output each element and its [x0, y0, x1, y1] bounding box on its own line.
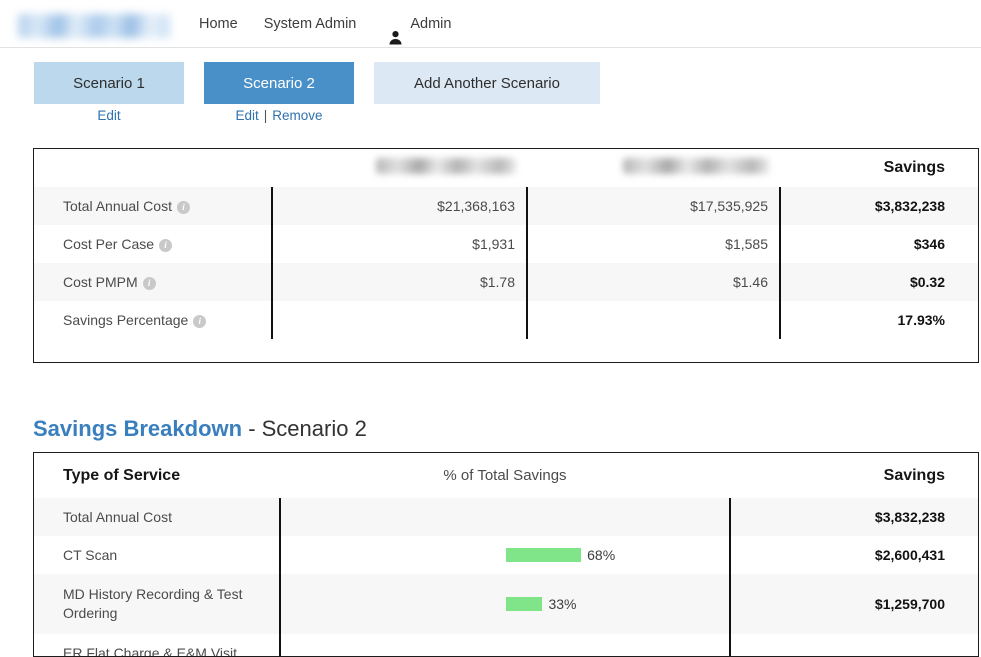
row-value-col2	[527, 301, 780, 339]
breakdown-header-savings: Savings	[730, 453, 978, 498]
savings-breakdown-heading: Savings Breakdown - Scenario 2	[33, 416, 367, 442]
row-label-cost-pmpm: Cost PMPM i	[34, 263, 272, 301]
tab-scenario-2[interactable]: Scenario 2	[204, 62, 354, 104]
person-icon	[388, 17, 403, 32]
table-row: Savings Percentage i 17.93%	[34, 301, 978, 339]
nav-item-admin-label: Admin	[410, 0, 451, 48]
savings-breakdown-subtitle: - Scenario 2	[242, 416, 367, 441]
table-row: ER Flat Charge & E&M Visit	[34, 634, 978, 657]
breakdown-savings-amount	[730, 634, 978, 657]
row-value-col1: $1,931	[272, 225, 527, 263]
table-row: Cost PMPM i $1.78 $1.46 $0.32	[34, 263, 978, 301]
breakdown-savings-amount: $2,600,431	[730, 536, 978, 574]
breakdown-bar	[506, 548, 581, 562]
row-label-text: Total Annual Cost	[63, 198, 172, 214]
breakdown-bar	[506, 597, 542, 611]
redacted-scenario-2-header	[623, 158, 769, 174]
breakdown-percent-cell: 68%	[280, 536, 730, 574]
scenario-2-action-separator: |	[264, 108, 268, 123]
row-label-text: Savings Percentage	[63, 312, 188, 328]
scenario-comparison-table: Savings Total Annual Cost i $21,368,163 $…	[33, 148, 979, 363]
scenario-tabs-row: Scenario 1 Scenario 2 Add Another Scenar…	[0, 62, 981, 104]
top-navigation-bar: Home System Admin Admin	[0, 0, 981, 48]
row-value-col2: $1,585	[527, 225, 780, 263]
breakdown-service-name: CT Scan	[34, 536, 280, 574]
scenario-2-edit-link[interactable]: Edit	[235, 108, 258, 123]
breakdown-bar-wrap: 33%	[281, 596, 729, 612]
breakdown-service-name: Total Annual Cost	[34, 498, 280, 536]
breakdown-savings-amount: $1,259,700	[730, 574, 978, 634]
row-label-text: Cost Per Case	[63, 236, 154, 252]
breakdown-service-name: ER Flat Charge & E&M Visit	[34, 634, 280, 657]
nav-item-system-admin[interactable]: System Admin	[251, 0, 370, 48]
row-label-cost-per-case: Cost Per Case i	[34, 225, 272, 263]
add-another-scenario-button[interactable]: Add Another Scenario	[374, 62, 600, 104]
row-value-col2: $17,535,925	[527, 187, 780, 225]
row-value-col1: $21,368,163	[272, 187, 527, 225]
row-label-total-annual-cost: Total Annual Cost i	[34, 187, 272, 225]
row-value-col1: $1.78	[272, 263, 527, 301]
table-row: MD History Recording & Test Ordering 33%…	[34, 574, 978, 634]
table-row: Total Annual Cost i $21,368,163 $17,535,9…	[34, 187, 978, 225]
breakdown-service-name: MD History Recording & Test Ordering	[34, 574, 280, 634]
breakdown-savings-amount: $3,832,238	[730, 498, 978, 536]
tab-scenario-1[interactable]: Scenario 1	[34, 62, 184, 104]
comparison-header-scenario-1	[272, 149, 527, 187]
breakdown-bar-label: 68%	[587, 547, 615, 563]
scenario-1-actions: Edit	[34, 104, 184, 126]
nav-item-admin[interactable]: Admin	[369, 0, 464, 48]
scenario-tab-bar: Scenario 1 Scenario 2 Add Another Scenar…	[0, 62, 981, 126]
breakdown-percent-cell	[280, 498, 730, 536]
info-icon[interactable]: i	[143, 277, 156, 290]
table-row: Total Annual Cost $3,832,238	[34, 498, 978, 536]
breakdown-header-service: Type of Service	[34, 453, 280, 498]
breakdown-bar-wrap: 68%	[281, 547, 729, 563]
breakdown-percent-cell	[280, 634, 730, 657]
row-value-savings: $346	[780, 225, 978, 263]
breakdown-percent-cell: 33%	[280, 574, 730, 634]
redacted-scenario-1-header	[376, 158, 516, 174]
comparison-header-row: Savings	[34, 149, 978, 187]
comparison-header-blank	[34, 149, 272, 187]
row-label-savings-percentage: Savings Percentage i	[34, 301, 272, 339]
row-label-text: Cost PMPM	[63, 274, 138, 290]
scenario-1-edit-link[interactable]: Edit	[97, 108, 120, 123]
breakdown-table: Type of Service % of Total Savings Savin…	[34, 453, 978, 657]
row-value-col1	[272, 301, 527, 339]
brand-logo[interactable]	[18, 14, 170, 38]
scenario-2-actions: Edit | Remove	[204, 104, 354, 126]
info-icon[interactable]: i	[159, 239, 172, 252]
row-value-savings: 17.93%	[780, 301, 978, 339]
nav-item-home[interactable]: Home	[186, 0, 251, 48]
comparison-header-scenario-2	[527, 149, 780, 187]
nav-links: Home System Admin Admin	[186, 0, 464, 48]
comparison-header-savings: Savings	[780, 149, 978, 187]
breakdown-bar-label: 33%	[548, 596, 576, 612]
scenario-2-remove-link[interactable]: Remove	[272, 108, 322, 123]
info-icon[interactable]: i	[193, 315, 206, 328]
info-icon[interactable]: i	[177, 201, 190, 214]
breakdown-header-percent: % of Total Savings	[280, 453, 730, 498]
row-value-savings: $3,832,238	[780, 187, 978, 225]
savings-breakdown-table: Type of Service % of Total Savings Savin…	[33, 452, 979, 657]
table-row: Cost Per Case i $1,931 $1,585 $346	[34, 225, 978, 263]
comparison-table: Savings Total Annual Cost i $21,368,163 $…	[34, 149, 978, 339]
scenario-actions-row: Edit Edit | Remove	[0, 104, 981, 126]
table-row: CT Scan 68% $2,600,431	[34, 536, 978, 574]
savings-breakdown-title: Savings Breakdown	[33, 416, 242, 441]
row-value-col2: $1.46	[527, 263, 780, 301]
breakdown-header-row: Type of Service % of Total Savings Savin…	[34, 453, 978, 498]
row-value-savings: $0.32	[780, 263, 978, 301]
